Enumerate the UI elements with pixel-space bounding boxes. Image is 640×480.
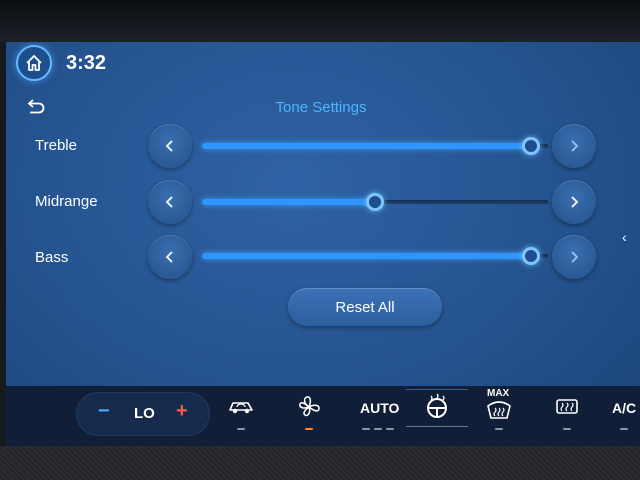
chevron-right-icon (571, 196, 579, 208)
chevron-left-icon (165, 196, 173, 208)
selection-top-line (406, 389, 468, 390)
auto-indicator-1 (362, 428, 370, 430)
slider-thumb[interactable] (521, 137, 540, 155)
chevron-left-icon (165, 140, 173, 152)
climate-bar: − LO + AUTO MAX A/C (6, 386, 640, 446)
clock: 3:32 (66, 52, 107, 74)
fan-button[interactable] (294, 392, 324, 438)
treble-decrease-button[interactable] (148, 124, 192, 168)
slider-fill (202, 199, 375, 205)
page-title: Tone Settings (275, 99, 367, 116)
auto-indicator-3 (386, 428, 394, 430)
rear-defrost-icon (556, 399, 578, 414)
auto-label: AUTO (360, 400, 400, 416)
midrange-increase-button[interactable] (552, 180, 596, 224)
ac-label: A/C (612, 400, 637, 416)
midrange-label: Midrange (35, 193, 98, 210)
back-arrow-icon (27, 99, 45, 114)
reset-all-button[interactable]: Reset All (288, 288, 442, 326)
slider-fill (202, 143, 531, 149)
ac-button[interactable]: A/C (610, 392, 640, 438)
treble-increase-button[interactable] (552, 124, 596, 168)
home-icon (26, 55, 42, 71)
chevron-right-icon (571, 140, 579, 152)
temp-increase-button[interactable]: + (176, 400, 188, 423)
side-panel-chevron-icon[interactable]: ‹ (622, 229, 627, 245)
slider-thumb[interactable] (521, 247, 540, 265)
bass-slider[interactable] (202, 246, 548, 266)
midrange-slider[interactable] (202, 192, 548, 212)
home-button[interactable] (16, 45, 52, 81)
temperature-value: LO (134, 405, 155, 422)
bass-decrease-button[interactable] (148, 235, 192, 279)
chevron-right-icon (571, 251, 579, 263)
recirculation-indicator (237, 428, 245, 430)
max-defrost-indicator (495, 428, 503, 430)
auto-button[interactable]: AUTO (356, 392, 400, 438)
recirculation-icon (229, 402, 253, 414)
bezel-bottom (0, 446, 640, 480)
bass-label: Bass (35, 249, 69, 266)
chevron-left-icon (165, 251, 173, 263)
temperature-control: − LO + (76, 392, 210, 436)
max-defrost-button[interactable]: MAX (482, 388, 516, 438)
treble-label: Treble (35, 137, 77, 154)
rear-defrost-button[interactable] (552, 392, 582, 438)
recirculation-button[interactable] (224, 392, 258, 438)
bezel-top (0, 0, 640, 42)
ac-indicator (620, 428, 628, 430)
back-button[interactable] (26, 98, 48, 114)
screen: 3:32 Tone Settings Treble Midrange Bass (6, 42, 640, 446)
slider-thumb[interactable] (366, 193, 384, 211)
treble-slider[interactable] (202, 136, 548, 156)
bass-increase-button[interactable] (552, 235, 596, 279)
heated-steering-icon (427, 393, 447, 418)
midrange-decrease-button[interactable] (148, 180, 192, 224)
temp-decrease-button[interactable]: − (98, 400, 110, 423)
heated-steering-button[interactable] (406, 389, 468, 438)
auto-indicator-2 (374, 428, 382, 430)
max-label: MAX (487, 388, 510, 399)
status-bar: 3:32 (6, 42, 640, 84)
fan-icon (299, 396, 320, 417)
selection-underline (406, 426, 468, 427)
fan-indicator (305, 428, 313, 430)
slider-fill (202, 253, 531, 259)
rear-defrost-indicator (563, 428, 571, 430)
